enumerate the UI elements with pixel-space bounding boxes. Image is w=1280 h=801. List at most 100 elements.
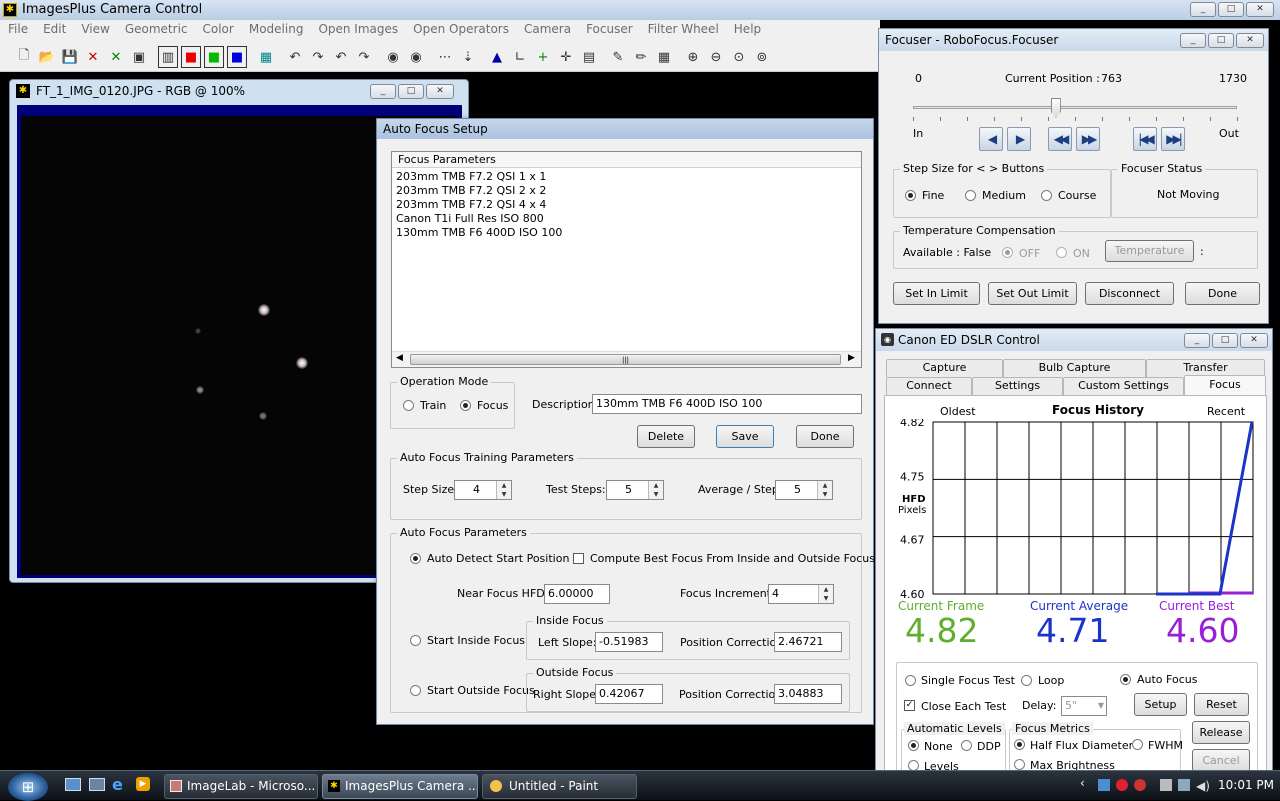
calc-icon[interactable]: ▤ (579, 46, 599, 68)
test-steps-field[interactable]: 5 ▲ ▼ (606, 480, 664, 500)
list-item[interactable]: 203mm TMB F7.2 QSI 4 x 4 (396, 198, 856, 212)
tray-icon[interactable] (1160, 779, 1172, 791)
zoom-in-icon[interactable]: ⊕ (683, 46, 703, 68)
spinner-icon[interactable]: ▲ ▼ (818, 585, 833, 603)
disconnect-button[interactable]: Disconnect (1085, 282, 1174, 305)
tray-icon[interactable] (1134, 779, 1146, 791)
to-in-limit-button[interactable]: |◀◀ (1133, 127, 1157, 151)
internet-explorer-icon[interactable]: e (112, 775, 123, 794)
crosshair-icon[interactable]: ✛ (556, 46, 576, 68)
copy-icon[interactable]: ▣ (129, 46, 149, 68)
menu-help[interactable]: Help (734, 22, 761, 36)
spinner-icon[interactable]: ▲ ▼ (648, 481, 663, 499)
menu-color[interactable]: Color (203, 22, 234, 36)
maximize-icon[interactable]: □ (1212, 333, 1238, 348)
spinner-icon[interactable]: ▲ ▼ (817, 481, 832, 499)
close-all-icon[interactable]: ✕ (106, 46, 126, 68)
step-size-field[interactable]: 4 ▲ ▼ (454, 480, 512, 500)
menu-filter-wheel[interactable]: Filter Wheel (648, 22, 719, 36)
focus-increment-field[interactable]: 4 ▲ ▼ (768, 584, 834, 604)
fast-in-button[interactable]: ◀◀ (1048, 127, 1072, 151)
switch-windows-icon[interactable] (89, 778, 105, 791)
fast-out-button[interactable]: ▶▶ (1076, 127, 1100, 151)
delay-select[interactable]: 5" ▼ (1061, 696, 1107, 716)
tab-bulb-capture[interactable]: Bulb Capture (1003, 359, 1146, 377)
dots-icon[interactable]: ⋯ (435, 46, 455, 68)
tab-custom-settings[interactable]: Custom Settings (1063, 377, 1184, 395)
list-header[interactable]: Focus Parameters (392, 152, 861, 168)
fine-radio[interactable] (905, 190, 916, 201)
taskbar-item-imagelab[interactable]: ImageLab - Microso... (164, 774, 318, 799)
plus-icon[interactable]: + (533, 46, 553, 68)
redo2-icon[interactable]: ↷ (354, 46, 374, 68)
single-focus-test-radio[interactable] (905, 675, 916, 686)
slider-thumb[interactable] (1050, 98, 1061, 118)
clock[interactable]: 10:01 PM (1218, 778, 1274, 792)
step-out-button[interactable]: ▶ (1007, 127, 1031, 151)
open-icon[interactable]: 📂 (37, 46, 57, 68)
half-flux-diameter-radio[interactable] (1014, 739, 1025, 750)
levels-ddp-radio[interactable] (961, 740, 972, 751)
reset-button[interactable]: Reset (1194, 693, 1249, 716)
menu-open-images[interactable]: Open Images (318, 22, 398, 36)
show-desktop-icon[interactable] (65, 778, 81, 791)
step-in-button[interactable]: ◀ (979, 127, 1003, 151)
spinner-icon[interactable]: ▲ ▼ (496, 481, 511, 499)
minimize-icon[interactable]: _ (1190, 2, 1216, 17)
list-item[interactable]: 130mm TMB F6 400D ISO 100 (396, 226, 856, 240)
tab-focus[interactable]: Focus (1184, 375, 1266, 396)
close-icon[interactable]: ✕ (83, 46, 103, 68)
position-slider[interactable] (913, 95, 1238, 121)
menu-modeling[interactable]: Modeling (249, 22, 304, 36)
right-slope-field[interactable]: 0.42067 (595, 684, 663, 704)
set-out-limit-button[interactable]: Set Out Limit (988, 282, 1077, 305)
menu-geometric[interactable]: Geometric (125, 22, 188, 36)
focus-radio[interactable] (460, 400, 471, 411)
tab-capture[interactable]: Capture (886, 359, 1003, 377)
save-icon[interactable]: 💾 (60, 46, 80, 68)
outside-position-correction-field[interactable]: 3.04883 (774, 684, 842, 704)
close-icon[interactable]: ✕ (1240, 333, 1268, 348)
focuser-done-button[interactable]: Done (1185, 282, 1260, 305)
course-radio[interactable] (1041, 190, 1052, 201)
temperature-button[interactable]: Temperature (1105, 240, 1194, 262)
zoom-fit-icon[interactable]: ⊙ (729, 46, 749, 68)
zoom-actual-icon[interactable]: ⊚ (752, 46, 772, 68)
grid2-icon[interactable]: ▦ (654, 46, 674, 68)
menu-edit[interactable]: Edit (43, 22, 66, 36)
to-out-limit-button[interactable]: ▶▶| (1161, 127, 1185, 151)
delete-button[interactable]: Delete (637, 425, 695, 448)
scroll-thumb[interactable]: ||| (410, 354, 841, 365)
setup-button[interactable]: Setup (1134, 693, 1187, 716)
red-icon[interactable]: ■ (181, 46, 201, 68)
taskbar-item-paint[interactable]: Untitled - Paint (482, 774, 637, 799)
done-button[interactable]: Done (796, 425, 854, 448)
start-inside-radio[interactable] (410, 635, 421, 646)
tray-icon[interactable] (1116, 779, 1128, 791)
save-button[interactable]: Save (716, 425, 774, 448)
menu-file[interactable]: File (8, 22, 28, 36)
off-radio[interactable] (1002, 247, 1013, 258)
zoom-out-icon[interactable]: ⊖ (706, 46, 726, 68)
near-hfd-field[interactable]: 6.00000 (544, 584, 610, 604)
grid-icon[interactable]: ▦ (256, 46, 276, 68)
loop-radio[interactable] (1021, 675, 1032, 686)
on-radio[interactable] (1056, 247, 1067, 258)
chevron-down-icon[interactable]: ▼ (1098, 697, 1104, 714)
menu-focuser[interactable]: Focuser (586, 22, 633, 36)
list-item[interactable]: 203mm TMB F7.2 QSI 2 x 2 (396, 184, 856, 198)
horizontal-scrollbar[interactable]: ◀ ||| ▶ (392, 351, 861, 367)
fwhm-radio[interactable] (1132, 739, 1143, 750)
tray-icon[interactable] (1098, 779, 1110, 791)
minimize-icon[interactable]: _ (1184, 333, 1210, 348)
minimize-icon[interactable]: _ (370, 84, 396, 99)
auto-focus-radio[interactable] (1120, 674, 1131, 685)
redo-icon[interactable]: ↷ (308, 46, 328, 68)
network-icon[interactable] (1178, 779, 1190, 791)
list-item[interactable]: 203mm TMB F7.2 QSI 1 x 1 (396, 170, 856, 184)
tab-settings[interactable]: Settings (972, 377, 1063, 395)
menu-view[interactable]: View (81, 22, 109, 36)
start-outside-radio[interactable] (410, 685, 421, 696)
rgb-icon[interactable]: ▥ (158, 46, 178, 68)
scroll-left-icon[interactable]: ◀ (396, 353, 403, 363)
